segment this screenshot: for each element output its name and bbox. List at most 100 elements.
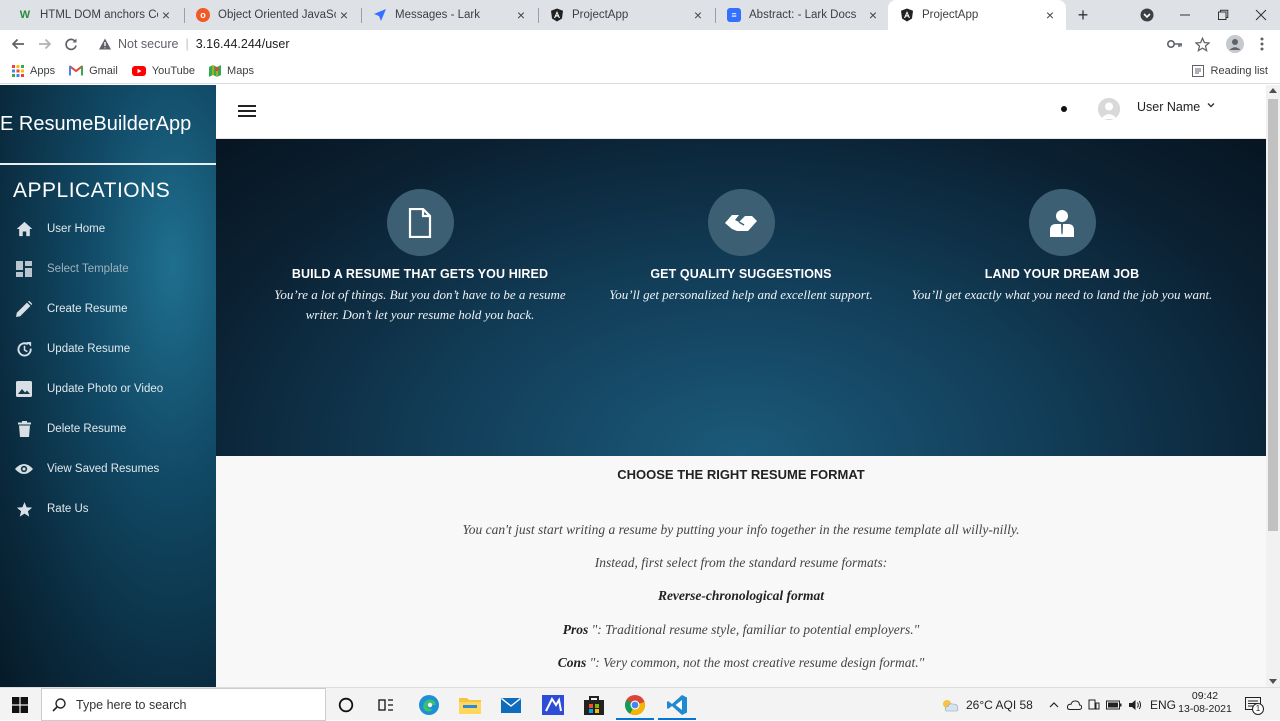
reading-list-icon	[1191, 64, 1204, 77]
chevron-down-icon[interactable]	[1206, 100, 1216, 113]
browser-tab[interactable]: o Object Oriented JavaScripti ×	[184, 0, 360, 30]
sidebar-item-update-photo[interactable]: Update Photo or Video	[0, 369, 216, 409]
sidebar-item-label: Select Template	[47, 263, 129, 275]
angular-icon	[900, 8, 914, 22]
close-tab-icon[interactable]: ×	[158, 7, 174, 23]
tab-title: HTML DOM anchors Collect	[40, 9, 158, 21]
sidebar-item-delete-resume[interactable]: Delete Resume	[0, 409, 216, 449]
instruction-text: Instead, first select from the standard …	[594, 555, 888, 570]
browser-tab[interactable]: Messages - Lark ×	[361, 0, 537, 30]
browser-tab-active[interactable]: ProjectApp ×	[888, 0, 1066, 30]
close-tab-icon[interactable]: ×	[865, 7, 881, 23]
docs-icon: ≡	[727, 8, 741, 22]
bookmark-star-button[interactable]	[1189, 30, 1215, 58]
reload-button[interactable]	[58, 30, 84, 58]
sidebar-item-user-home[interactable]: User Home	[0, 209, 216, 249]
cortana-icon[interactable]	[334, 693, 358, 717]
browser-tab[interactable]: ≡ Abstract: - Lark Docs ×	[715, 0, 889, 30]
tab-search-button[interactable]	[1128, 0, 1166, 30]
store-icon[interactable]	[582, 693, 606, 717]
pencil-icon	[15, 300, 33, 318]
notification-center-icon[interactable]: 1	[1242, 693, 1266, 717]
sidebar-item-label: User Home	[47, 223, 106, 235]
browser-menu-button[interactable]	[1249, 30, 1275, 58]
scroll-up-icon[interactable]	[1269, 88, 1277, 93]
sidebar-item-label: Update Resume	[47, 343, 131, 355]
eye-icon	[15, 460, 33, 478]
volume-icon[interactable]	[1128, 699, 1142, 711]
browser-tab[interactable]: W HTML DOM anchors Collect ×	[6, 0, 182, 30]
close-tab-icon[interactable]: ×	[1042, 7, 1058, 23]
scroll-down-icon[interactable]	[1269, 679, 1277, 684]
close-tab-icon[interactable]: ×	[690, 7, 706, 23]
url-text: 3.16.44.244/user	[195, 37, 290, 51]
chrome-icon[interactable]	[623, 693, 647, 717]
minimize-button[interactable]	[1166, 0, 1204, 30]
battery-icon[interactable]	[1106, 700, 1122, 710]
sidebar-item-rate-us[interactable]: Rate Us	[0, 489, 216, 529]
sidebar-item-view-saved[interactable]: View Saved Resumes	[0, 449, 216, 489]
back-button[interactable]	[5, 30, 31, 58]
restore-button[interactable]	[1204, 0, 1242, 30]
brand-title[interactable]: E ResumeBuilderApp	[0, 113, 191, 136]
device-icon[interactable]	[1088, 699, 1100, 711]
cons-text: ": Very common, not the most creative re…	[586, 655, 925, 670]
hero-banner: BUILD A RESUME THAT GETS YOU HIRED You’r…	[216, 139, 1266, 456]
notification-dot[interactable]	[1061, 106, 1067, 112]
vscode-icon[interactable]	[665, 693, 689, 717]
dashboard-icon	[15, 260, 33, 278]
file-explorer-icon[interactable]	[458, 693, 482, 717]
avatar[interactable]	[1098, 98, 1120, 120]
bookmark-label: YouTube	[151, 64, 196, 77]
bookmark-youtube[interactable]: YouTube	[131, 64, 196, 77]
onedrive-icon[interactable]	[1067, 699, 1082, 710]
feature-card: LAND YOUR DREAM JOB You’ll get exactly w…	[902, 189, 1222, 305]
browser-tab[interactable]: ProjectApp ×	[538, 0, 714, 30]
weather-text: 26°C AQI 58	[966, 697, 1033, 712]
new-tab-button[interactable]: +	[1064, 0, 1102, 30]
scrollbar-thumb[interactable]	[1268, 99, 1278, 531]
resume-format-section: CHOOSE THE RIGHT RESUME FORMAT You can't…	[216, 456, 1266, 687]
sidebar-item-update-resume[interactable]: Update Resume	[0, 329, 216, 369]
address-bar[interactable]: Not secure | 3.16.44.244/user	[90, 32, 1220, 56]
taskbar-search-box[interactable]: Type here to search	[41, 688, 326, 721]
password-key-button[interactable]	[1162, 30, 1188, 58]
sidebar-item-select-template[interactable]: Select Template	[0, 249, 216, 289]
search-icon	[52, 697, 66, 712]
close-window-button[interactable]	[1242, 0, 1280, 30]
feature-description: You’ll get exactly what you need to land…	[911, 287, 1213, 302]
powerapps-icon[interactable]	[541, 693, 565, 717]
menu-icon[interactable]	[238, 105, 256, 119]
key-icon	[1167, 40, 1182, 48]
close-tab-icon[interactable]: ×	[513, 7, 529, 23]
feature-card: GET QUALITY SUGGESTIONS You’ll get perso…	[581, 189, 901, 305]
reading-list-button[interactable]: Reading list	[1191, 64, 1268, 77]
user-name[interactable]: User Name	[1137, 100, 1200, 114]
home-icon	[15, 220, 33, 238]
bookmark-maps[interactable]: Maps	[209, 64, 254, 77]
task-view-icon[interactable]	[374, 693, 398, 717]
star-icon	[15, 500, 33, 518]
clock[interactable]: 09:42 13-08-2021	[1178, 690, 1232, 716]
tab-title: Object Oriented JavaScripti	[218, 9, 336, 21]
edge-icon[interactable]	[417, 693, 441, 717]
lark-icon	[373, 8, 387, 22]
chevron-up-icon[interactable]	[1049, 701, 1059, 709]
bookmark-apps[interactable]: Apps	[12, 64, 55, 77]
weather-cloud-icon	[943, 699, 959, 711]
page-scrollbar[interactable]	[1266, 85, 1280, 687]
forward-button[interactable]	[32, 30, 58, 58]
update-icon	[15, 340, 33, 358]
language-indicator[interactable]: ENG	[1150, 698, 1176, 712]
profile-button[interactable]	[1222, 30, 1248, 58]
tab-title: ProjectApp	[922, 9, 979, 21]
trash-icon	[15, 420, 33, 438]
sidebar-item-create-resume[interactable]: Create Resume	[0, 289, 216, 329]
mail-icon[interactable]	[499, 693, 523, 717]
windows-start-icon[interactable]	[8, 693, 32, 717]
handshake-icon	[707, 189, 775, 256]
close-tab-icon[interactable]: ×	[336, 7, 352, 23]
bookmark-gmail[interactable]: Gmail	[69, 65, 118, 77]
weather-widget[interactable]: 26°C AQI 58	[940, 688, 1033, 721]
document-icon	[386, 189, 454, 256]
